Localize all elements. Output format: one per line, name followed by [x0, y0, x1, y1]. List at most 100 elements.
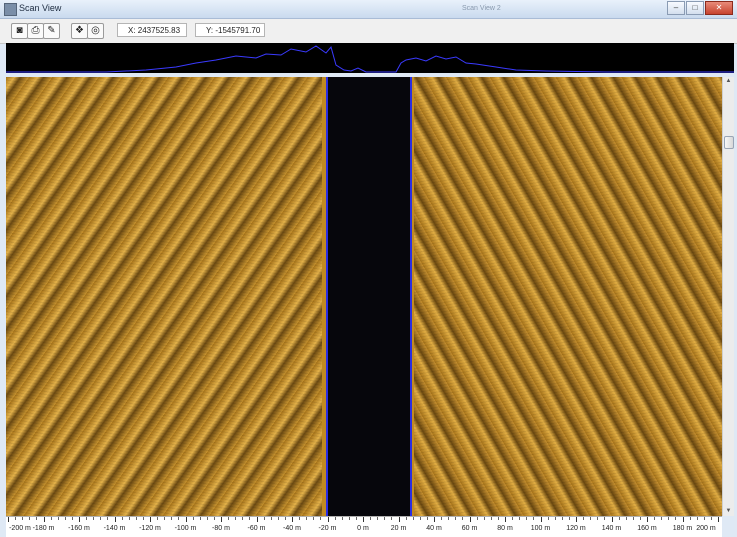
printer-icon[interactable]: ⎙: [27, 23, 44, 39]
scale-minor-tick: [178, 517, 180, 520]
window-controls: – □ ✕: [667, 1, 733, 15]
scale-minor-tick: [341, 517, 343, 520]
scale-tick-label: -160 m: [68, 525, 90, 532]
scale-minor-tick: [547, 517, 549, 520]
maximize-button[interactable]: □: [686, 1, 704, 15]
scale-minor-tick: [171, 517, 173, 520]
scale-minor-tick: [135, 517, 137, 520]
scale-tick-label: 40 m: [426, 525, 442, 532]
scale-minor-tick: [128, 517, 130, 520]
scale-minor-tick: [512, 517, 514, 520]
scale-tick: [398, 517, 400, 522]
scale-minor-tick: [299, 517, 301, 520]
window-title: Scan View: [19, 3, 62, 13]
scale-tick-label: -180 m: [32, 525, 55, 532]
scale-minor-tick: [710, 517, 712, 520]
scale-minor-tick: [568, 517, 570, 520]
scale-minor-tick: [306, 517, 308, 520]
scale-minor-tick: [71, 517, 73, 520]
signal-trace: [6, 45, 734, 73]
scale-minor-tick: [36, 517, 38, 520]
scale-tick-label: 200 m: [696, 525, 716, 532]
scale-minor-tick: [355, 517, 357, 520]
scale-minor-tick: [618, 517, 620, 520]
scale-minor-tick: [263, 517, 265, 520]
scale-minor-tick: [561, 517, 563, 520]
scale-minor-tick: [689, 517, 691, 520]
scale-minor-tick: [654, 517, 656, 520]
scale-minor-tick: [448, 517, 450, 520]
scale-tick: [292, 517, 293, 522]
scale-minor-tick: [157, 517, 159, 520]
scale-minor-tick: [625, 517, 627, 520]
scale-minor-tick: [696, 517, 698, 520]
scale-tick-label: -200 m: [9, 525, 31, 532]
scale-minor-tick: [377, 517, 379, 520]
scale-minor-tick: [384, 517, 386, 520]
scale-minor-tick: [228, 517, 230, 520]
scale-minor-tick: [703, 517, 705, 520]
scale-minor-tick: [64, 517, 66, 520]
app-icon: [4, 3, 17, 16]
pen-icon[interactable]: ✎: [43, 23, 60, 39]
signal-strip: [6, 43, 734, 73]
scale-tick-label: 140 m: [601, 525, 622, 532]
scale-tick: [363, 517, 364, 522]
scale-minor-tick: [533, 517, 535, 520]
scroll-thumb[interactable]: [724, 136, 734, 149]
scale-minor-tick: [554, 517, 556, 520]
starboard-channel: [414, 77, 722, 516]
scale-minor-tick: [455, 517, 457, 520]
scale-tick: [79, 517, 80, 522]
scale-tick-label: 120 m: [566, 525, 586, 532]
scale-minor-tick: [597, 517, 599, 520]
camera-icon[interactable]: ◙: [11, 23, 28, 39]
scale-tick-label: -20 m: [318, 525, 337, 532]
scale-tick-label: 160 m: [637, 525, 657, 532]
scale-minor-tick: [93, 517, 95, 520]
port-channel: [6, 77, 322, 516]
scale-minor-tick: [391, 517, 393, 520]
scale-minor-tick: [164, 517, 166, 520]
scale-tick: [256, 517, 258, 522]
scroll-down-icon[interactable]: ▼: [724, 507, 733, 516]
scale-minor-tick: [348, 517, 350, 520]
water-column: [326, 77, 412, 516]
scale-minor-tick: [277, 517, 279, 520]
scale-minor-tick: [419, 517, 421, 520]
vertical-scrollbar[interactable]: ▲ ▼: [722, 77, 734, 516]
scale-minor-tick: [526, 517, 528, 520]
scale-minor-tick: [441, 517, 443, 520]
scale-minor-tick: [86, 517, 88, 520]
scale-minor-tick: [426, 517, 428, 520]
sonar-image[interactable]: [6, 77, 722, 516]
scale-minor-tick: [206, 517, 208, 520]
scale-tick: [185, 517, 187, 522]
close-button[interactable]: ✕: [705, 1, 733, 15]
scale-minor-tick: [661, 517, 663, 520]
scale-minor-tick: [284, 517, 286, 520]
scale-minor-tick: [15, 517, 17, 520]
scale-tick: [221, 517, 222, 522]
target-icon[interactable]: ◎: [87, 23, 104, 39]
y-coordinate-readout: Y: -1545791.70: [195, 23, 265, 37]
title-bar: Scan View Scan View 2 – □ ✕: [0, 0, 737, 19]
scale-minor-tick: [590, 517, 592, 520]
scale-minor-tick: [462, 517, 464, 520]
scale-minor-tick: [121, 517, 123, 520]
scale-minor-tick: [483, 517, 485, 520]
scale-minor-tick: [192, 517, 194, 520]
minimize-button[interactable]: –: [667, 1, 685, 15]
scale-tick: [114, 517, 116, 522]
scale-tick: [43, 517, 45, 522]
scale-minor-tick: [639, 517, 641, 520]
scale-minor-tick: [334, 517, 336, 520]
scroll-up-icon[interactable]: ▲: [724, 77, 733, 86]
scale-tick: [469, 517, 471, 522]
scale-minor-tick: [57, 517, 59, 520]
scale-minor-tick: [583, 517, 585, 520]
layers-icon[interactable]: ❖: [71, 23, 88, 39]
scale-tick: [434, 517, 435, 522]
scale-minor-tick: [235, 517, 237, 520]
scale-minor-tick: [476, 517, 478, 520]
